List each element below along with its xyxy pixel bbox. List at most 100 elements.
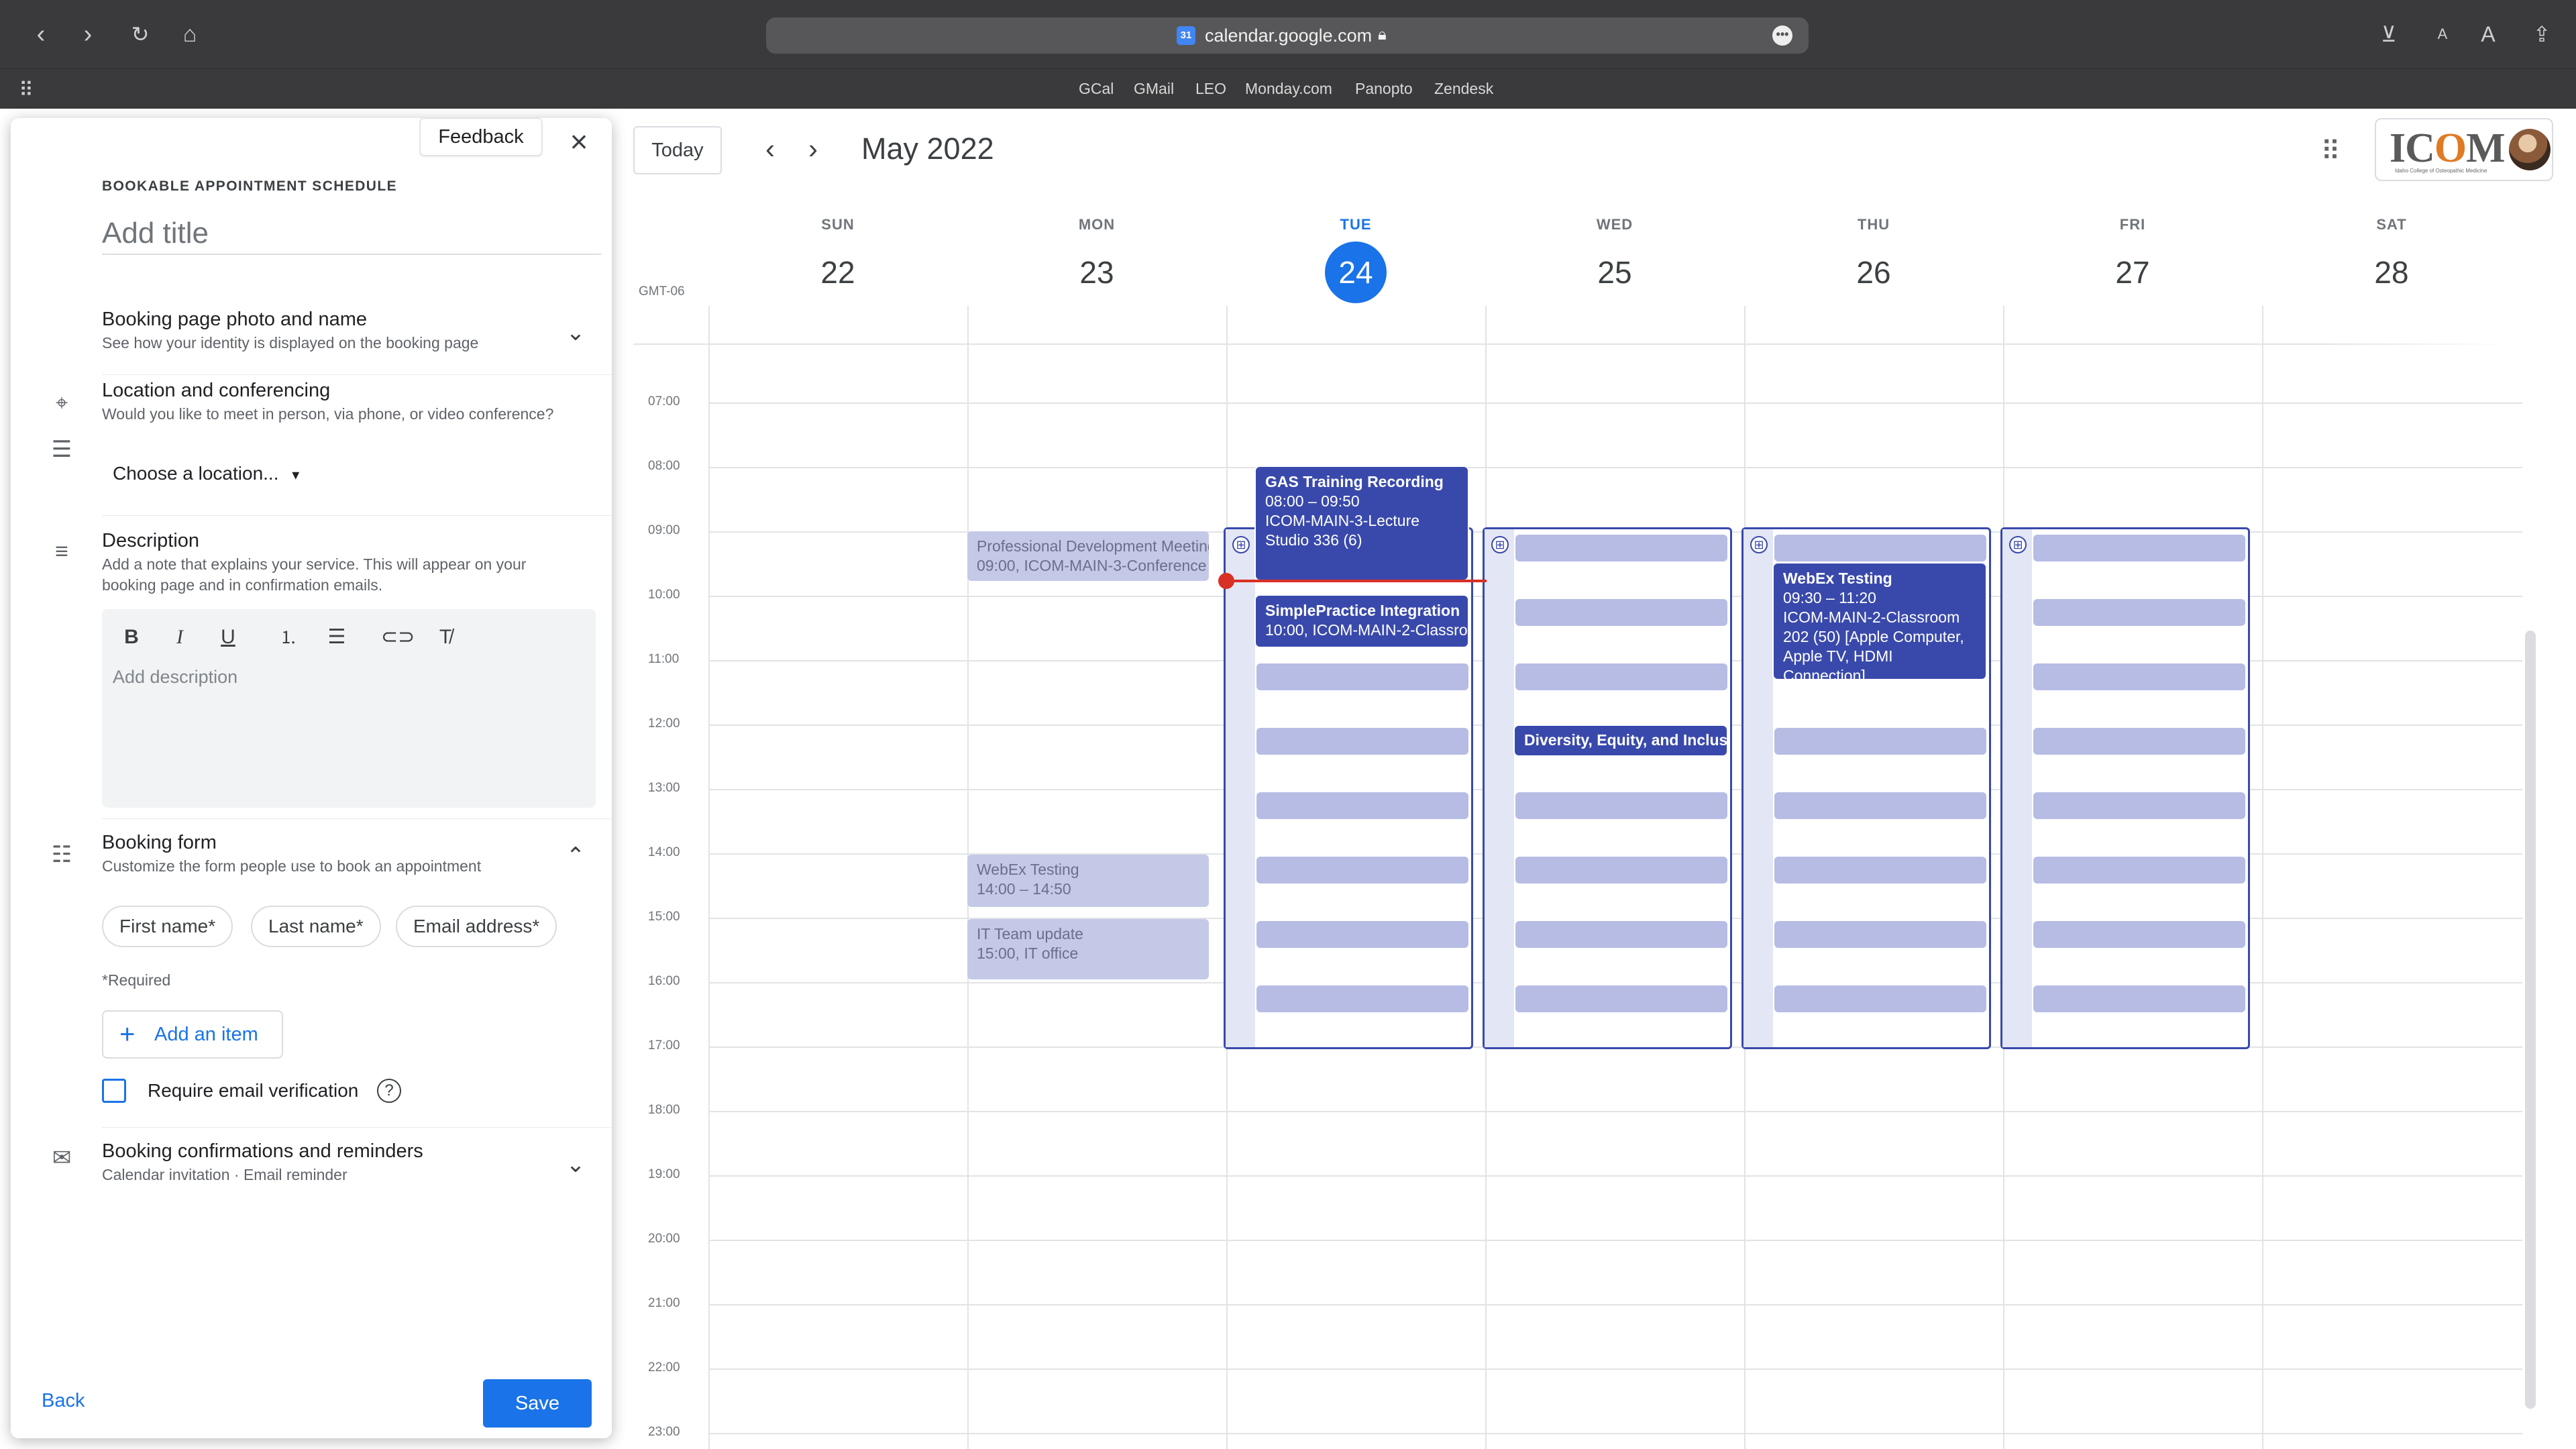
prev-week-icon[interactable]: ‹ (751, 131, 789, 169)
appointment-slot[interactable] (1256, 663, 1468, 690)
require-email-verification-label[interactable]: Require email verification (148, 1080, 358, 1102)
account-badge[interactable]: ICOM Idaho College of Osteopathic Medici… (2375, 118, 2553, 181)
appointment-slot[interactable] (1774, 728, 1986, 755)
forward-icon[interactable]: › (71, 17, 105, 51)
appointment-slot[interactable] (1515, 663, 1727, 690)
appointment-slot[interactable] (1515, 985, 1727, 1012)
text-smaller-button[interactable]: A (2426, 17, 2459, 51)
appointment-slot[interactable] (1256, 857, 1468, 883)
event-professional-development[interactable]: Professional Development Meeting 09:00, … (967, 531, 1209, 581)
appointment-slot[interactable] (2033, 535, 2245, 561)
home-icon[interactable]: ⌂ (173, 17, 207, 51)
appointment-slot[interactable] (1515, 535, 1727, 561)
chevron-down-icon[interactable]: ⌄ (561, 318, 590, 347)
hour-label: 07:00 (648, 394, 680, 409)
appointment-slot[interactable] (1774, 921, 1986, 948)
numbered-list-icon[interactable]: ⒈ (272, 621, 305, 653)
chip-last-name[interactable]: Last name* (251, 906, 381, 947)
grid-icon[interactable]: ⠿ (19, 78, 34, 102)
day-header-sun[interactable]: SUN 22 (708, 216, 967, 303)
next-week-icon[interactable]: › (794, 131, 832, 169)
appointment-slot[interactable] (2033, 921, 2245, 948)
bookmark-leo[interactable]: LEO (1195, 80, 1226, 98)
address-bar[interactable]: 31 calendar.google.com 🔒︎ ••• (766, 17, 1809, 54)
italic-icon[interactable]: I (164, 621, 196, 653)
event-gas-training[interactable]: GAS Training Recording 08:00 – 09:50 ICO… (1256, 467, 1468, 580)
reload-icon[interactable]: ↻ (123, 17, 157, 51)
bookmark-monday[interactable]: Monday.com (1245, 80, 1332, 98)
avatar[interactable] (2509, 129, 2551, 170)
appointment-slot[interactable] (1515, 921, 1727, 948)
help-icon[interactable]: ? (377, 1079, 401, 1103)
link-icon[interactable]: ⊂⊃ (381, 621, 415, 653)
appointment-slot[interactable] (2033, 857, 2245, 883)
download-icon[interactable]: ⊻ (2372, 17, 2406, 51)
day-number[interactable]: 26 (1843, 241, 1904, 303)
appointment-slot[interactable] (1256, 921, 1468, 948)
appointment-slot[interactable] (1774, 792, 1986, 819)
appointment-slot[interactable] (2033, 985, 2245, 1012)
close-icon[interactable]: × (562, 126, 596, 160)
text-larger-button[interactable]: A (2471, 17, 2505, 51)
appointment-slot[interactable] (1774, 535, 1986, 561)
chip-email-address[interactable]: Email address* (396, 906, 557, 947)
event-webex-testing-mon[interactable]: WebEx Testing 14:00 – 14:50 (967, 855, 1209, 907)
description-editor[interactable]: B I U ⒈ ☰ ⊂⊃ T̸ Add description (102, 609, 596, 808)
chevron-up-icon[interactable]: ⌃ (561, 841, 590, 871)
today-button[interactable]: Today (633, 126, 722, 174)
bookmark-panopto[interactable]: Panopto (1355, 80, 1413, 98)
day-header-mon[interactable]: MON 23 (967, 216, 1226, 303)
appointment-slot[interactable] (1774, 857, 1986, 883)
day-header-fri[interactable]: FRI 27 (2003, 216, 2262, 303)
day-number[interactable]: 25 (1584, 241, 1646, 303)
calendar-scrollbar[interactable] (2525, 631, 2536, 1409)
appointment-slot[interactable] (1515, 857, 1727, 883)
appointment-slot[interactable] (2033, 663, 2245, 690)
share-icon[interactable]: ⇪ (2525, 17, 2559, 51)
appointment-slot[interactable] (1256, 728, 1468, 755)
lock-icon: 🔒︎ (1378, 25, 1387, 44)
appointment-slot[interactable] (1256, 792, 1468, 819)
appointment-slot[interactable] (1256, 985, 1468, 1012)
event-diversity-equity-inclusion[interactable]: Diversity, Equity, and Inclusion (1515, 726, 1727, 755)
chip-first-name[interactable]: First name* (102, 906, 233, 947)
day-header-sat[interactable]: SAT 28 (2262, 216, 2521, 303)
save-button[interactable]: Save (483, 1379, 592, 1428)
appointment-slot[interactable] (1774, 985, 1986, 1012)
day-number[interactable]: 24 (1325, 241, 1387, 303)
location-dropdown[interactable]: Choose a location... ▾ (113, 463, 299, 484)
event-simplepractice[interactable]: SimplePractice Integration 10:00, ICOM-M… (1256, 596, 1468, 647)
appointment-slot[interactable] (2033, 792, 2245, 819)
day-number[interactable]: 22 (807, 241, 869, 303)
feedback-button[interactable]: Feedback (420, 118, 542, 156)
event-webex-testing-thu[interactable]: WebEx Testing 09:30 – 11:20 ICOM-MAIN-2-… (1774, 564, 1986, 679)
back-icon[interactable]: ‹ (24, 17, 58, 51)
appointment-slot[interactable] (1515, 599, 1727, 626)
day-header-wed[interactable]: WED 25 (1485, 216, 1744, 303)
apps-grid-icon[interactable]: ⠿ (2313, 134, 2348, 169)
appointment-schedule-fri[interactable]: ⊞ (2000, 527, 2250, 1049)
bookmark-gmail[interactable]: GMail (1134, 80, 1174, 98)
chevron-down-icon[interactable]: ⌄ (561, 1150, 590, 1179)
appointment-slot[interactable] (2033, 728, 2245, 755)
title-input[interactable] (102, 213, 601, 255)
more-icon[interactable]: ••• (1772, 25, 1792, 46)
day-number[interactable]: 27 (2102, 241, 2163, 303)
appointment-slot[interactable] (1515, 792, 1727, 819)
day-number[interactable]: 28 (2361, 241, 2422, 303)
day-number[interactable]: 23 (1066, 241, 1128, 303)
event-it-team-update[interactable]: IT Team update 15:00, IT office (967, 919, 1209, 979)
add-item-button[interactable]: + Add an item (102, 1010, 283, 1059)
back-button[interactable]: Back (42, 1390, 85, 1412)
bold-icon[interactable]: B (115, 621, 148, 653)
bookmark-zendesk[interactable]: Zendesk (1434, 80, 1493, 98)
bulleted-list-icon[interactable]: ☰ (321, 621, 353, 653)
appointment-slot[interactable] (2033, 599, 2245, 626)
day-header-tue[interactable]: TUE 24 (1226, 216, 1485, 303)
underline-icon[interactable]: U (212, 621, 244, 653)
appointment-schedule-wed[interactable]: ⊞ (1483, 527, 1732, 1049)
require-email-verification-checkbox[interactable] (102, 1079, 126, 1103)
clear-format-icon[interactable]: T̸ (429, 621, 462, 653)
day-header-thu[interactable]: THU 26 (1744, 216, 2003, 303)
bookmark-gcal[interactable]: GCal (1079, 80, 1114, 98)
